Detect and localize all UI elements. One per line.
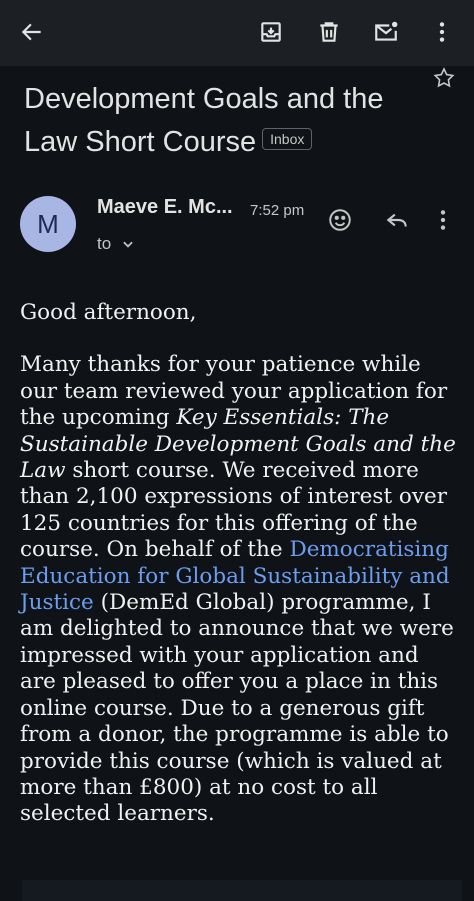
to-label: to [97,234,112,253]
delete-icon[interactable] [311,14,347,50]
recipient-details-toggle[interactable]: to [97,234,135,254]
message-more-icon[interactable] [427,204,459,236]
sender-name[interactable]: Maeve E. Mc... [97,196,233,219]
more-vert-icon[interactable] [424,14,460,50]
star-icon[interactable] [430,64,458,92]
greeting: Good afternoon, [20,300,197,325]
email-subject: Development Goals and the Law Short Cour… [24,78,424,164]
email-time: 7:52 pm [250,202,305,219]
back-arrow-icon[interactable] [14,14,50,50]
chevron-down-icon [123,241,133,248]
archive-icon[interactable] [253,14,289,50]
body-paragraph: Many thanks for your patience while our … [20,352,460,827]
top-toolbar [0,0,474,66]
mark-unread-icon[interactable] [368,14,404,50]
emoji-reaction-icon[interactable] [324,204,356,236]
avatar[interactable]: M [20,196,76,252]
attachment-strip [22,880,462,901]
inbox-label-badge[interactable]: Inbox [262,128,313,151]
email-body: Good afternoon, Many thanks for your pat… [20,300,460,854]
body-text-c: (DemEd Global) programme, I am delighted… [20,590,454,827]
reply-icon[interactable] [381,204,413,236]
subject-text: Development Goals and the Law Short Cour… [24,83,384,158]
